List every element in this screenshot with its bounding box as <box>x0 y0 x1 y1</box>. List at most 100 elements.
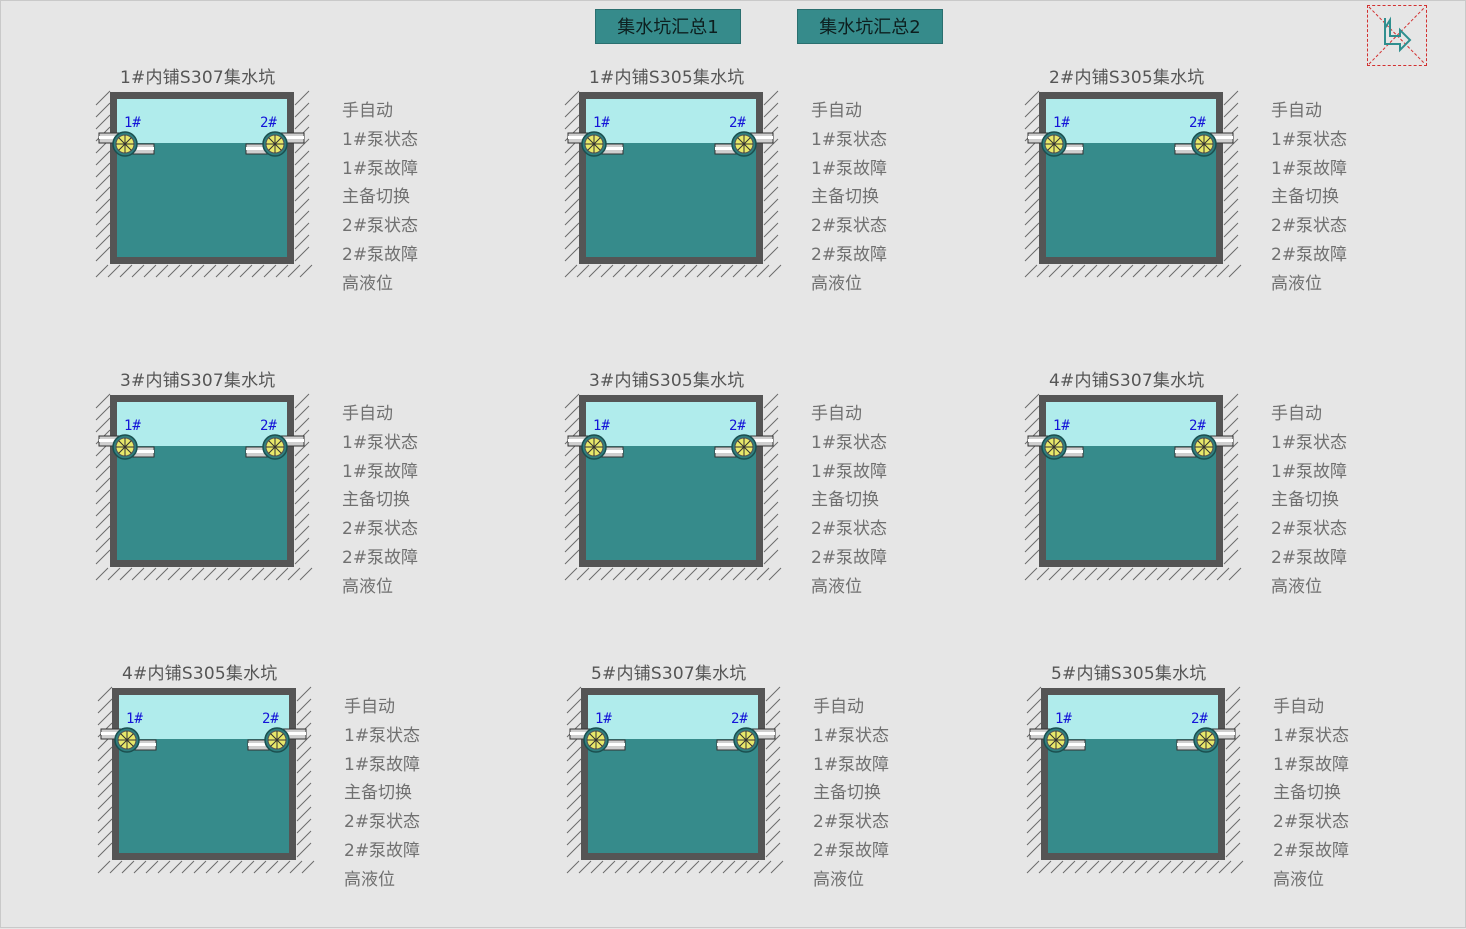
status-item: 1#泵故障 <box>1273 754 1350 775</box>
pump-1-label: 1# <box>124 115 141 131</box>
status-item: 2#泵状态 <box>1273 812 1350 833</box>
status-item: 2#泵故障 <box>1273 840 1350 861</box>
status-item: 主备切换 <box>344 783 412 804</box>
status-item: 1#泵故障 <box>1271 158 1348 179</box>
status-item: 2#泵故障 <box>344 840 421 861</box>
pump-2-icon[interactable] <box>264 727 290 753</box>
status-item: 1#泵故障 <box>342 158 419 179</box>
pump-2-icon[interactable] <box>731 434 757 460</box>
status-item: 主备切换 <box>1271 490 1339 511</box>
pump-1-label: 1# <box>1053 418 1070 434</box>
status-list: 手自动 1#泵状态 1#泵故障 主备切换 2#泵状态 2#泵故障 高液位 <box>342 400 418 602</box>
status-item: 手自动 <box>344 697 395 717</box>
pit-title: 1#内铺S305集水坑 <box>589 68 745 88</box>
status-item: 手自动 <box>1273 697 1324 717</box>
summary-2-button[interactable]: 集水坑汇总2 <box>797 9 943 44</box>
sump-pit-5: 3#内铺S305集水坑 1# 2# 手自动 1#泵状态 1#泵故障 主备切换 2… <box>563 366 983 636</box>
status-item: 高液位 <box>1273 869 1324 890</box>
status-item: 1#泵故障 <box>811 461 888 482</box>
pump-2-icon[interactable] <box>731 131 757 157</box>
status-list: 手自动 1#泵状态 1#泵故障 主备切换 2#泵状态 2#泵故障 高液位 <box>1271 400 1347 602</box>
pump-2-icon[interactable] <box>1193 727 1219 753</box>
status-item: 1#泵故障 <box>811 158 888 179</box>
pump-1-icon[interactable] <box>581 131 607 157</box>
status-item: 1#泵故障 <box>342 461 419 482</box>
pump-1-label: 1# <box>1055 711 1072 727</box>
status-item: 主备切换 <box>811 490 879 511</box>
sump-tank-diagram: 1# 2# <box>564 393 782 581</box>
sump-pit-8: 5#内铺S307集水坑 1# 2# 手自动 1#泵状态 1#泵故障 主备切换 2… <box>565 659 985 929</box>
status-item: 主备切换 <box>342 490 410 511</box>
pump-1-label: 1# <box>124 418 141 434</box>
pump-1-icon[interactable] <box>1041 131 1067 157</box>
status-item: 主备切换 <box>1273 783 1341 804</box>
sump-tank-diagram: 1# 2# <box>1026 686 1244 874</box>
status-item: 1#泵状态 <box>1271 129 1348 150</box>
status-list: 手自动 1#泵状态 1#泵故障主备切换 2#泵状态 2#泵故障高液位 <box>1273 693 1349 895</box>
status-item: 1#泵状态 <box>1271 432 1348 453</box>
pump-2-icon[interactable] <box>1191 434 1217 460</box>
status-item: 2#泵状态 <box>813 812 890 833</box>
status-item: 高液位 <box>811 273 862 294</box>
status-list: 手自动 1#泵状态 1#泵故障 主备切换 2#泵状态 2#泵故障 高液位 <box>342 97 418 299</box>
status-item: 1#泵状态 <box>344 725 421 746</box>
status-list: 手自动 1#泵状态 1#泵故障主备切换 2#泵状态 2#泵故障高液位 <box>1271 97 1347 299</box>
pit-title: 3#内铺S305集水坑 <box>589 371 745 391</box>
pump-2-icon[interactable] <box>733 727 759 753</box>
status-list: 手自动 1#泵状态 1#泵故障 主备切换 2#泵状态 2#泵故障 高液位 <box>811 400 887 602</box>
status-item: 手自动 <box>1271 101 1322 121</box>
status-item: 1#泵状态 <box>342 129 419 150</box>
sump-tank-diagram: 1# 2# <box>95 393 313 581</box>
status-item: 2#泵故障 <box>813 840 890 861</box>
pump-1-label: 1# <box>1053 115 1070 131</box>
navigate-arrow-icon[interactable] <box>1367 5 1427 66</box>
sump-pit-2: 1#内铺S305集水坑 1# 2# 手自动 1#泵状态 1#泵故障 主备切换 2… <box>563 63 983 333</box>
status-item: 1#泵状态 <box>811 432 888 453</box>
pump-2-icon[interactable] <box>262 434 288 460</box>
status-item: 2#泵状态 <box>1271 519 1348 540</box>
pump-1-icon[interactable] <box>112 131 138 157</box>
status-item: 1#泵故障 <box>1271 461 1348 482</box>
pit-title: 4#内铺S305集水坑 <box>122 664 278 684</box>
status-item: 2#泵故障 <box>1271 244 1348 265</box>
sump-pit-1: 1#内铺S307集水坑 1# 2# 手自动 1#泵状态 1#泵故障 主备切换 2… <box>94 63 514 333</box>
pump-1-icon[interactable] <box>583 727 609 753</box>
status-item: 主备切换 <box>342 187 410 208</box>
status-item: 2#泵故障 <box>342 547 419 568</box>
status-item: 2#泵状态 <box>342 519 419 540</box>
pit-title: 5#内铺S305集水坑 <box>1051 664 1207 684</box>
status-item: 2#泵状态 <box>1271 216 1348 237</box>
pump-1-icon[interactable] <box>581 434 607 460</box>
pump-2-label: 2# <box>1191 711 1208 727</box>
sump-pit-4: 3#内铺S307集水坑 1# 2# 手自动 1#泵状态 1#泵故障 主备切换 2… <box>94 366 514 636</box>
pump-1-icon[interactable] <box>1041 434 1067 460</box>
pit-title: 5#内铺S307集水坑 <box>591 664 747 684</box>
pump-2-icon[interactable] <box>1191 131 1217 157</box>
status-item: 高液位 <box>1271 273 1322 294</box>
pump-2-label: 2# <box>262 711 279 727</box>
status-item: 1#泵故障 <box>813 754 890 775</box>
pump-2-label: 2# <box>1189 418 1206 434</box>
status-item: 1#泵故障 <box>344 754 421 775</box>
status-item: 主备切换 <box>1271 187 1339 208</box>
pump-1-label: 1# <box>593 115 610 131</box>
sump-tank-diagram: 1# 2# <box>566 686 784 874</box>
status-item: 2#泵故障 <box>342 244 419 265</box>
status-item: 2#泵状态 <box>811 216 888 237</box>
summary-1-button[interactable]: 集水坑汇总1 <box>595 9 741 44</box>
status-item: 手自动 <box>811 101 862 121</box>
status-item: 2#泵故障 <box>1271 547 1348 568</box>
pump-1-icon[interactable] <box>114 727 140 753</box>
pump-2-label: 2# <box>260 115 277 131</box>
status-item: 1#泵状态 <box>1273 725 1350 746</box>
status-item: 1#泵状态 <box>813 725 890 746</box>
status-item: 高液位 <box>344 869 395 890</box>
pump-1-label: 1# <box>126 711 143 727</box>
pump-1-icon[interactable] <box>1043 727 1069 753</box>
sump-tank-diagram: 1# 2# <box>97 686 315 874</box>
pump-2-icon[interactable] <box>262 131 288 157</box>
status-item: 1#泵状态 <box>342 432 419 453</box>
pump-1-icon[interactable] <box>112 434 138 460</box>
sump-pit-3: 2#内铺S305集水坑 1# 2# 手自动 1#泵状态 1#泵故障 主备切换 2… <box>1023 63 1443 333</box>
pump-2-label: 2# <box>729 418 746 434</box>
